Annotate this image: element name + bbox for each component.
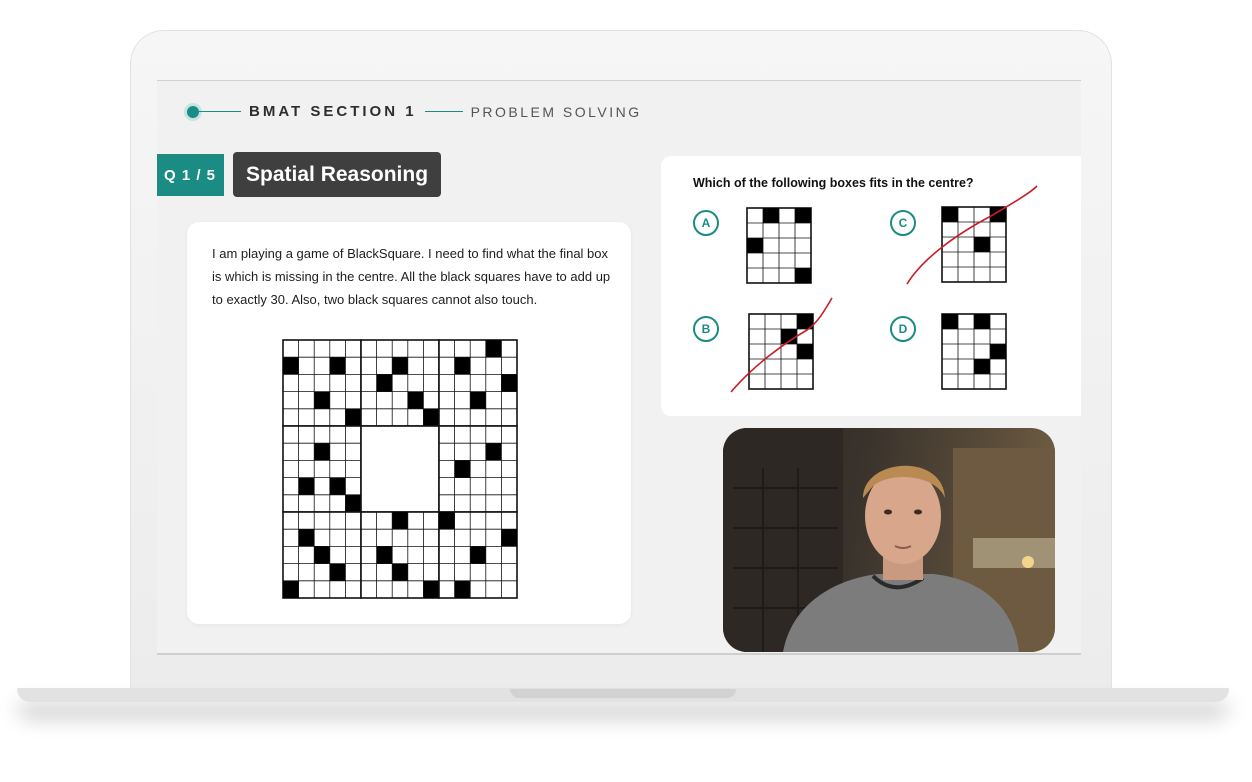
puzzle-grid	[282, 339, 518, 599]
puzzle-box	[438, 511, 518, 599]
black-square	[501, 374, 517, 392]
option-c-strike	[906, 185, 1038, 285]
breadcrumb-line	[424, 110, 463, 113]
black-square	[454, 460, 471, 478]
puzzle-box	[282, 339, 362, 427]
answers-card: Which of the following boxes fits in the…	[661, 156, 1081, 416]
black-square	[501, 529, 517, 547]
black-square	[376, 546, 393, 564]
option-b-strike	[730, 297, 833, 393]
question-text: I am playing a game of BlackSquare. I ne…	[212, 246, 611, 307]
black-square	[470, 546, 486, 564]
black-square	[392, 357, 408, 375]
missing-centre-box	[360, 425, 440, 513]
black-square	[314, 546, 330, 564]
black-square	[439, 512, 455, 530]
puzzle-box	[360, 511, 440, 599]
black-square	[485, 340, 502, 358]
puzzle-box	[282, 511, 362, 599]
topic-title: Spatial Reasoning	[233, 152, 442, 197]
black-square	[345, 494, 361, 512]
background-shelf	[973, 538, 1055, 568]
black-square	[329, 477, 346, 495]
black-square	[314, 391, 330, 409]
laptop-notch	[510, 689, 736, 698]
black-square	[345, 408, 361, 426]
screen: BMAT SECTION 1 PROBLEM SOLVING Q 1 / 5 S…	[157, 80, 1081, 655]
black-square	[283, 580, 299, 598]
video-feed[interactable]	[723, 428, 1055, 652]
puzzle-box	[360, 339, 440, 427]
black-square	[376, 374, 393, 392]
presenter-video-frame	[723, 428, 1055, 652]
black-square	[392, 512, 408, 530]
puzzle-box	[282, 425, 362, 513]
black-square	[454, 580, 471, 598]
puzzle-box	[438, 339, 518, 427]
breadcrumb-line	[199, 110, 241, 113]
black-square	[329, 357, 346, 375]
breadcrumb-subsection: PROBLEM SOLVING	[470, 103, 642, 120]
black-square	[470, 391, 486, 409]
question-card: I am playing a game of BlackSquare. I ne…	[187, 222, 631, 624]
black-square	[407, 391, 424, 409]
black-square	[423, 580, 439, 598]
black-square	[314, 443, 330, 461]
black-square	[298, 529, 315, 547]
black-square	[485, 443, 502, 461]
black-square	[454, 357, 471, 375]
progress-dot-icon	[187, 105, 199, 118]
black-square	[283, 357, 299, 375]
strike-overlay	[730, 185, 1038, 393]
breadcrumb: BMAT SECTION 1 PROBLEM SOLVING	[187, 103, 642, 120]
black-square	[329, 563, 346, 581]
breadcrumb-section: BMAT SECTION 1	[249, 103, 417, 120]
black-square	[423, 408, 439, 426]
black-square	[298, 477, 315, 495]
black-square	[392, 563, 408, 581]
puzzle-box	[438, 425, 518, 513]
question-number-badge: Q 1 / 5	[157, 154, 224, 196]
lamp-light	[1022, 556, 1034, 568]
